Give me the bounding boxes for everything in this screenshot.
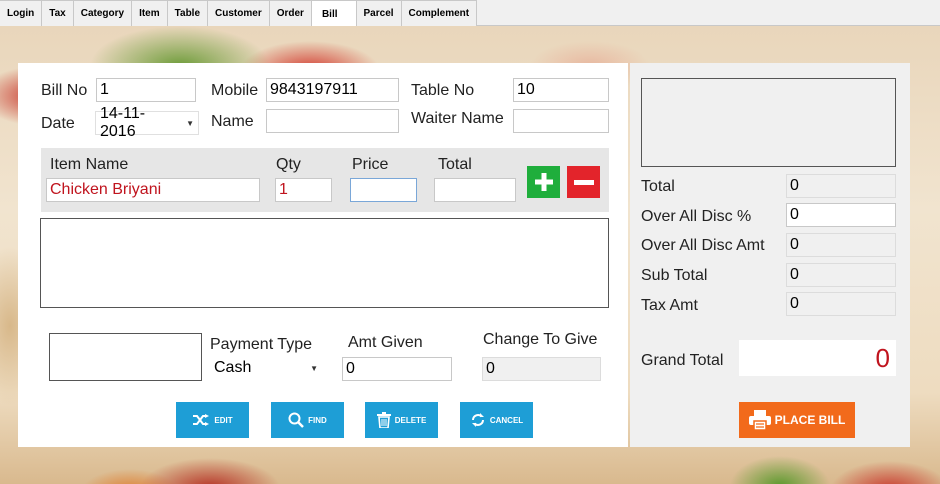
disc-pct-label: Over All Disc %: [641, 208, 752, 225]
mobile-label: Mobile: [211, 82, 259, 99]
chevron-down-icon: ▼: [310, 363, 318, 373]
sub-total-label: Sub Total: [641, 267, 708, 284]
date-picker[interactable]: 14-11-2016 ▼: [95, 105, 199, 140]
tax-amt-label: Tax Amt: [641, 297, 698, 314]
refresh-icon: [471, 413, 484, 427]
waiter-name-label: Waiter Name: [411, 110, 504, 127]
name-label: Name: [211, 113, 254, 130]
disc-amt-field: 0: [786, 233, 896, 257]
add-item-button[interactable]: [527, 166, 560, 198]
payment-type-select[interactable]: Cash ▼: [210, 356, 322, 380]
place-bill-label: PLACE BILL: [774, 413, 846, 427]
item-name-label: Item Name: [50, 156, 129, 173]
chevron-down-icon: ▼: [186, 118, 194, 128]
tab-item[interactable]: Item: [132, 0, 168, 26]
tab-order[interactable]: Order: [269, 0, 312, 26]
tab-category[interactable]: Category: [73, 0, 133, 26]
name-field[interactable]: [266, 109, 399, 133]
tax-amt-field: 0: [786, 292, 896, 316]
grand-total-value: 0: [739, 340, 896, 376]
edit-label: EDIT: [214, 415, 233, 425]
trash-icon: [376, 412, 391, 428]
summary-total-field: 0: [786, 174, 896, 198]
disc-pct-field[interactable]: 0: [786, 203, 896, 227]
amt-given-label: Amt Given: [348, 334, 423, 351]
qty-field[interactable]: 1: [275, 178, 332, 202]
tab-customer[interactable]: Customer: [208, 0, 270, 26]
notes-box[interactable]: [49, 333, 202, 381]
place-bill-button[interactable]: PLACE BILL: [739, 402, 855, 438]
item-name-field[interactable]: Chicken Briyani: [46, 178, 260, 202]
bill-no-field[interactable]: 1: [96, 78, 196, 102]
tab-strip: Login Tax Category Item Table Customer O…: [0, 0, 940, 27]
remove-item-button[interactable]: [567, 166, 600, 198]
tab-tax[interactable]: Tax: [42, 0, 74, 26]
amt-given-field[interactable]: 0: [342, 357, 452, 381]
item-total-field[interactable]: [434, 178, 516, 202]
tab-login[interactable]: Login: [0, 0, 43, 26]
edit-button[interactable]: EDIT: [176, 402, 249, 438]
change-to-give-label: Change To Give: [483, 331, 598, 348]
sub-total-field: 0: [786, 263, 896, 287]
qty-label: Qty: [276, 156, 301, 173]
mobile-field[interactable]: 9843197911: [266, 78, 399, 102]
summary-display-box: [641, 78, 896, 167]
plus-icon: [534, 173, 553, 191]
shuffle-icon: [193, 414, 210, 426]
delete-label: DELETE: [394, 415, 427, 425]
printer-icon: [748, 410, 771, 430]
bill-no-label: Bill No: [41, 82, 88, 99]
items-grid[interactable]: [40, 218, 609, 308]
date-label: Date: [41, 115, 75, 132]
payment-type-value: Cash: [214, 359, 252, 376]
search-icon: [288, 412, 305, 428]
price-label: Price: [352, 156, 389, 173]
tab-bill[interactable]: Bill: [311, 0, 357, 27]
disc-amt-label: Over All Disc Amt: [641, 237, 765, 254]
date-value: 14-11-2016: [100, 105, 146, 140]
tab-table[interactable]: Table: [167, 0, 209, 26]
change-to-give-field: 0: [482, 357, 601, 381]
total-label: Total: [438, 156, 472, 173]
grand-total-label: Grand Total: [641, 352, 724, 369]
waiter-name-field[interactable]: [513, 109, 609, 133]
price-field[interactable]: [350, 178, 417, 202]
summary-total-label: Total: [641, 178, 675, 195]
delete-button[interactable]: DELETE: [365, 402, 438, 438]
cancel-label: CANCEL: [489, 415, 524, 425]
tab-complement[interactable]: Complement: [401, 0, 478, 26]
payment-type-label: Payment Type: [210, 336, 312, 353]
table-no-label: Table No: [411, 82, 475, 99]
find-label: FIND: [308, 415, 327, 425]
minus-icon: [573, 179, 594, 185]
tab-parcel[interactable]: Parcel: [356, 0, 402, 26]
cancel-button[interactable]: CANCEL: [460, 402, 533, 438]
table-no-field[interactable]: 10: [513, 78, 609, 102]
find-button[interactable]: FIND: [271, 402, 344, 438]
